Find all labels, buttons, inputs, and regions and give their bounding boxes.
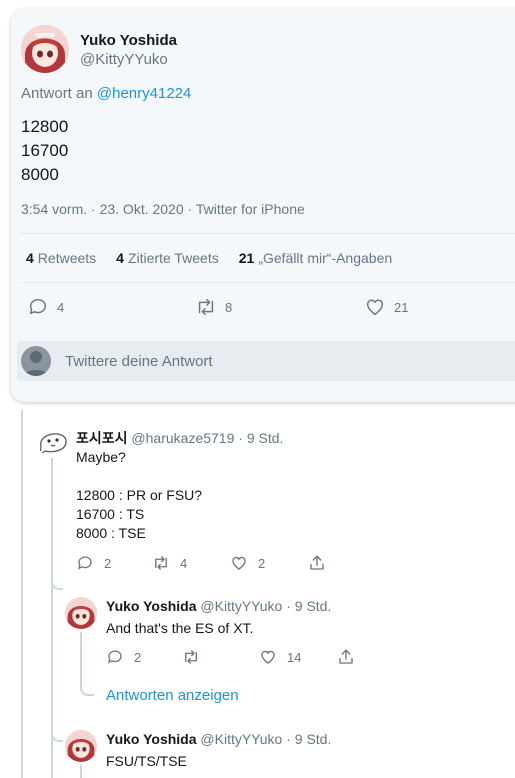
reply-icon bbox=[108, 650, 122, 664]
retweets-stat[interactable]: 4 Retweets bbox=[26, 250, 96, 266]
reply-icon bbox=[29, 298, 47, 315]
show-replies-link[interactable]: Antworten anzeigen bbox=[106, 687, 239, 704]
reply-time[interactable]: · 9 Std. bbox=[286, 731, 331, 747]
share-icon bbox=[310, 555, 324, 570]
reply-input-placeholder[interactable]: Twittere deine Antwort bbox=[65, 353, 213, 370]
retweet-icon bbox=[185, 650, 197, 664]
reply-text: Maybe? 12800 : PR or FSU? 16700 : TS 800… bbox=[76, 449, 203, 541]
tweet-meta[interactable]: 3:54 vorm. · 23. Okt. 2020 · Twitter for… bbox=[21, 201, 305, 217]
likes-stat[interactable]: 21 „Gefällt mir“-Angaben bbox=[239, 250, 392, 266]
reply-icon bbox=[78, 556, 92, 570]
reply-avatar[interactable] bbox=[65, 730, 97, 762]
like-button[interactable]: 14 bbox=[259, 648, 301, 666]
reply-to-prefix: Antwort an bbox=[21, 85, 93, 102]
tweet-stats: 4 Retweets 4 Zitierte Tweets 21 „Gefällt mi… bbox=[26, 250, 392, 266]
reply-avatar[interactable] bbox=[37, 425, 69, 457]
reply-to-mention[interactable]: @henry41224 bbox=[97, 85, 191, 102]
tweet-text: 12800 16700 8000 bbox=[21, 115, 68, 187]
share-button[interactable] bbox=[337, 648, 355, 666]
reply-button[interactable]: 4 bbox=[27, 296, 64, 318]
tweet-line: 16700 bbox=[21, 141, 69, 160]
reply-avatar[interactable] bbox=[65, 597, 97, 629]
retweet-button[interactable]: 8 bbox=[195, 296, 232, 318]
heart-icon bbox=[261, 650, 275, 664]
user-avatar bbox=[21, 346, 51, 376]
retweet-button[interactable] bbox=[182, 648, 210, 666]
tweet-line: 8000 bbox=[21, 165, 59, 184]
thread-line bbox=[21, 410, 23, 778]
reply-header: 포시포시 @harukaze5719 · 9 Std. bbox=[76, 428, 283, 448]
reply-time[interactable]: · 9 Std. bbox=[286, 598, 331, 614]
reply-button[interactable]: 2 bbox=[106, 648, 141, 666]
divider bbox=[21, 233, 515, 234]
reply-to-line: Antwort an @henry41224 bbox=[21, 85, 191, 102]
author-name[interactable]: Yuko Yoshida bbox=[80, 32, 177, 49]
reply-button[interactable]: 2 bbox=[76, 554, 111, 572]
retweet-button[interactable]: 4 bbox=[152, 554, 187, 572]
reply-text: FSU/TS/TSE bbox=[106, 753, 187, 769]
heart-icon bbox=[232, 556, 246, 570]
share-button[interactable] bbox=[308, 554, 326, 572]
divider bbox=[21, 282, 515, 283]
reply-author-name[interactable]: 포시포시 bbox=[76, 430, 128, 446]
reply-compose-box[interactable]: Twittere deine Antwort bbox=[17, 341, 515, 381]
heart-icon bbox=[366, 299, 384, 316]
reply-text: And that's the ES of XT. bbox=[106, 620, 254, 636]
retweet-icon bbox=[198, 298, 214, 316]
author-avatar[interactable] bbox=[21, 25, 69, 73]
thread-line bbox=[80, 765, 82, 778]
like-button[interactable]: 2 bbox=[230, 554, 265, 572]
author-handle[interactable]: @KittyYYuko bbox=[80, 51, 168, 68]
reply-author-handle[interactable]: @KittyYYuko bbox=[200, 731, 282, 747]
reply-header: Yuko Yoshida @KittyYYuko · 9 Std. bbox=[106, 598, 331, 614]
reply-author-handle[interactable]: @harukaze5719 bbox=[131, 430, 234, 446]
reply-author-name[interactable]: Yuko Yoshida bbox=[106, 598, 197, 614]
reply-author-name[interactable]: Yuko Yoshida bbox=[106, 731, 197, 747]
like-button[interactable]: 21 bbox=[364, 296, 408, 318]
reply-author-handle[interactable]: @KittyYYuko bbox=[200, 598, 282, 614]
reply-header: Yuko Yoshida @KittyYYuko · 9 Std. bbox=[106, 731, 331, 747]
tweet-actions: 4 8 21 bbox=[11, 296, 515, 320]
share-icon bbox=[339, 649, 353, 664]
tweet-line: 12800 bbox=[21, 117, 69, 136]
thread-curve bbox=[80, 680, 94, 696]
retweet-icon bbox=[155, 556, 167, 570]
reply-time[interactable]: · 9 Std. bbox=[238, 430, 283, 446]
main-tweet-card: Yuko Yoshida @KittyYYuko Antwort an @hen… bbox=[11, 9, 515, 402]
quotes-stat[interactable]: 4 Zitierte Tweets bbox=[116, 250, 219, 266]
